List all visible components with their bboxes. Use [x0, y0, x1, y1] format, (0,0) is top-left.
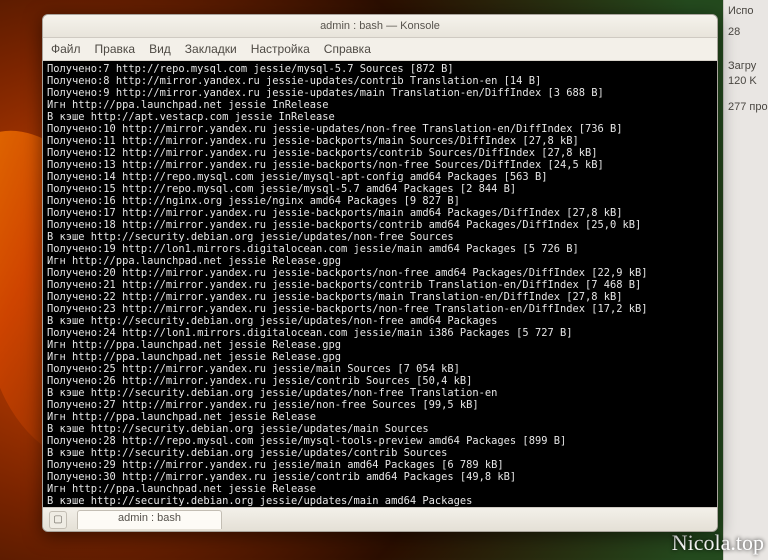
menu-view[interactable]: Вид: [149, 42, 171, 56]
terminal-line: В кэше http://security.debian.org jessie…: [47, 423, 713, 435]
panel-text: Загру: [728, 59, 768, 74]
terminal-line: Получено:12 http://mirror.yandex.ru jess…: [47, 147, 713, 159]
tab-label: admin : bash: [118, 512, 181, 524]
terminal-line: Получено:28 http://repo.mysql.com jessie…: [47, 435, 713, 447]
window-titlebar[interactable]: admin : bash — Konsole: [43, 15, 717, 38]
menu-bookmarks[interactable]: Закладки: [185, 42, 237, 56]
terminal-line: Получено:13 http://mirror.yandex.ru jess…: [47, 159, 713, 171]
window-title: admin : bash — Konsole: [320, 20, 440, 32]
terminal-line: Получено:18 http://mirror.yandex.ru jess…: [47, 219, 713, 231]
tab-bar: ▢ admin : bash: [43, 507, 717, 531]
terminal-line: Получено:9 http://mirror.yandex.ru jessi…: [47, 87, 713, 99]
watermark-text: Nicola.top: [672, 530, 764, 556]
terminal-line: Получено:19 http://lon1.mirrors.digitalo…: [47, 243, 713, 255]
terminal-line: В кэше http://apt.vestacp.com jessie InR…: [47, 111, 713, 123]
tab-admin-bash[interactable]: admin : bash: [77, 510, 222, 529]
menu-edit[interactable]: Правка: [95, 42, 136, 56]
terminal-line: Получено:15 http://repo.mysql.com jessie…: [47, 183, 713, 195]
terminal-line: Получено:7 http://repo.mysql.com jessie/…: [47, 63, 713, 75]
terminal-line: Игн http://ppa.launchpad.net jessie InRe…: [47, 99, 713, 111]
new-tab-icon: ▢: [53, 514, 62, 525]
panel-text: 28: [728, 25, 768, 40]
terminal-line: Получено:16 http://nginx.org jessie/ngin…: [47, 195, 713, 207]
terminal-line: Игн http://ppa.launchpad.net jessie Rele…: [47, 255, 713, 267]
terminal-line: В кэше http://security.debian.org jessie…: [47, 231, 713, 243]
terminal-line: Получено:11 http://mirror.yandex.ru jess…: [47, 135, 713, 147]
terminal-line: Получено:27 http://mirror.yandex.ru jess…: [47, 399, 713, 411]
konsole-window: admin : bash — Konsole Файл Правка Вид З…: [42, 14, 718, 532]
terminal-line: Получено:17 http://mirror.yandex.ru jess…: [47, 207, 713, 219]
terminal-line: Получено:22 http://mirror.yandex.ru jess…: [47, 291, 713, 303]
terminal-line: В кэше http://security.debian.org jessie…: [47, 387, 713, 399]
terminal-line: Игн http://ppa.launchpad.net jessie Rele…: [47, 411, 713, 423]
terminal-line: Игн http://ppa.launchpad.net jessie Rele…: [47, 339, 713, 351]
terminal-line: Игн http://ppa.launchpad.net jessie Rele…: [47, 351, 713, 363]
terminal-line: Получено:23 http://mirror.yandex.ru jess…: [47, 303, 713, 315]
terminal-output[interactable]: Получено:7 http://repo.mysql.com jessie/…: [43, 61, 717, 507]
system-side-panel: Испо 28 Загру 120 K 277 про: [723, 0, 768, 560]
menubar: Файл Правка Вид Закладки Настройка Справ…: [43, 38, 717, 61]
panel-text: Испо: [728, 4, 768, 19]
panel-text: 120 K: [728, 74, 768, 89]
terminal-line: Получено:25 http://mirror.yandex.ru jess…: [47, 363, 713, 375]
terminal-line: Получено:21 http://mirror.yandex.ru jess…: [47, 279, 713, 291]
terminal-line: Игн http://ppa.launchpad.net jessie Rele…: [47, 483, 713, 495]
menu-help[interactable]: Справка: [324, 42, 371, 56]
terminal-line: В кэше http://security.debian.org jessie…: [47, 315, 713, 327]
terminal-line: В кэше http://security.debian.org jessie…: [47, 447, 713, 459]
terminal-line: Получено:10 http://mirror.yandex.ru jess…: [47, 123, 713, 135]
terminal-line: Получено:26 http://mirror.yandex.ru jess…: [47, 375, 713, 387]
terminal-line: Получено:29 http://mirror.yandex.ru jess…: [47, 459, 713, 471]
terminal-line: Получено:30 http://mirror.yandex.ru jess…: [47, 471, 713, 483]
terminal-line: Получено:24 http://lon1.mirrors.digitalo…: [47, 327, 713, 339]
new-tab-button[interactable]: ▢: [49, 511, 67, 529]
terminal-line: Получено:14 http://repo.mysql.com jessie…: [47, 171, 713, 183]
menu-file[interactable]: Файл: [51, 42, 81, 56]
terminal-line: Получено:20 http://mirror.yandex.ru jess…: [47, 267, 713, 279]
menu-settings[interactable]: Настройка: [251, 42, 310, 56]
terminal-line: В кэше http://security.debian.org jessie…: [47, 495, 713, 507]
terminal-line: Получено:8 http://mirror.yandex.ru jessi…: [47, 75, 713, 87]
panel-text: 277 про: [728, 100, 768, 115]
